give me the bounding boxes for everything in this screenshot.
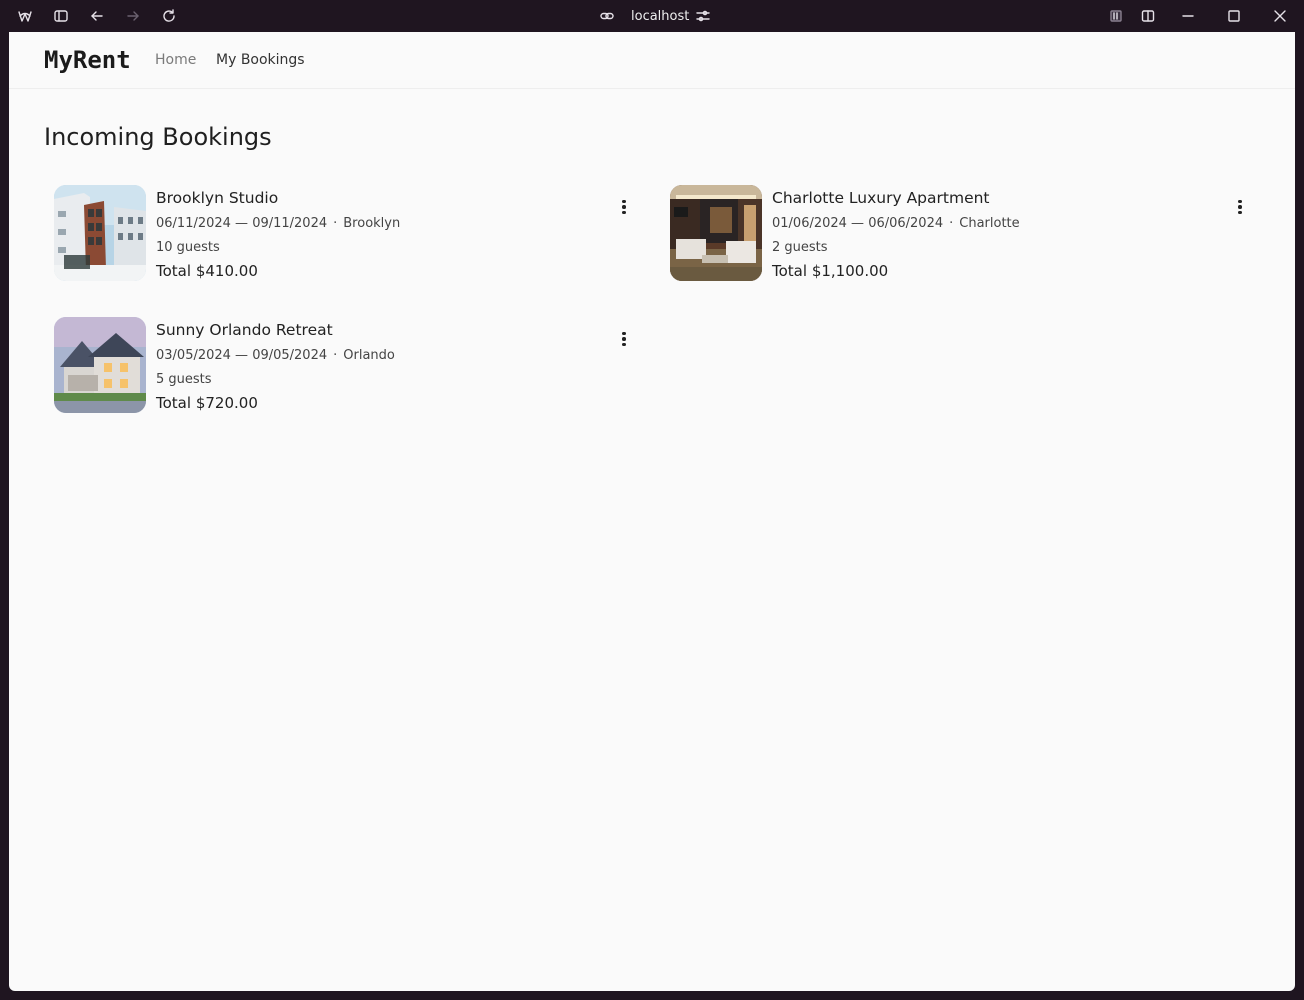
booking-location: Charlotte [959,216,1020,231]
more-options-icon[interactable] [614,197,634,217]
booking-dates: 06/11/2024 — 09/11/2024 [156,216,328,231]
booking-dates-location: 03/05/2024 — 09/05/2024 · Orlando [156,348,395,363]
reload-icon[interactable] [160,7,178,25]
brand-logo[interactable]: MyRent [44,46,131,74]
minimize-icon[interactable] [1179,7,1197,25]
booking-dates: 03/05/2024 — 09/05/2024 [156,348,328,363]
separator: · [333,216,338,231]
total-label: Total [156,394,192,412]
page-viewport: MyRent Home My Bookings Incoming Booking… [9,32,1295,991]
page-title: Incoming Bookings [44,123,272,151]
back-icon[interactable] [88,7,106,25]
property-photo [54,317,146,413]
top-navbar: MyRent Home My Bookings [9,32,1295,89]
more-options-icon[interactable] [1230,197,1250,217]
close-icon[interactable] [1271,7,1289,25]
booking-title: Brooklyn Studio [156,189,279,207]
booking-title: Sunny Orlando Retreat [156,321,333,339]
maximize-icon[interactable] [1225,7,1243,25]
booking-dates-location: 06/11/2024 — 09/11/2024 · Brooklyn [156,216,400,231]
booking-title: Charlotte Luxury Apartment [772,189,990,207]
address-bar[interactable]: localhost [631,9,689,24]
app-logo-icon[interactable] [16,7,34,25]
nav-link-home[interactable]: Home [155,52,196,68]
booking-guests: 10 guests [156,240,220,255]
booking-total: Total $410.00 [156,262,258,280]
property-photo [670,185,762,281]
total-label: Total [156,262,192,280]
total-label: Total [772,262,808,280]
total-amount: $410.00 [195,262,258,280]
booking-dates: 01/06/2024 — 06/06/2024 [772,216,944,231]
browser-toolbar: localhost [0,0,1304,32]
booking-guests: 5 guests [156,372,212,387]
property-photo [54,185,146,281]
more-options-icon[interactable] [614,329,634,349]
link-icon [598,7,616,25]
booking-card[interactable]: Charlotte Luxury Apartment 01/06/2024 — … [670,185,1250,281]
total-amount: $1,100.00 [811,262,889,280]
extension-icon[interactable] [1107,7,1125,25]
site-settings-icon[interactable] [694,7,712,25]
split-view-icon[interactable] [1139,7,1157,25]
booking-location: Brooklyn [343,216,401,231]
booking-card[interactable]: Sunny Orlando Retreat 03/05/2024 — 09/05… [54,317,634,413]
sidebar-toggle-icon[interactable] [52,7,70,25]
booking-total: Total $1,100.00 [772,262,888,280]
booking-guests: 2 guests [772,240,828,255]
separator: · [949,216,954,231]
booking-card[interactable]: Brooklyn Studio 06/11/2024 — 09/11/2024 ·… [54,185,634,281]
forward-icon[interactable] [124,7,142,25]
booking-dates-location: 01/06/2024 — 06/06/2024 · Charlotte [772,216,1020,231]
separator: · [333,348,338,363]
booking-location: Orlando [343,348,395,363]
nav-link-my-bookings[interactable]: My Bookings [216,52,305,68]
total-amount: $720.00 [195,394,258,412]
booking-total: Total $720.00 [156,394,258,412]
